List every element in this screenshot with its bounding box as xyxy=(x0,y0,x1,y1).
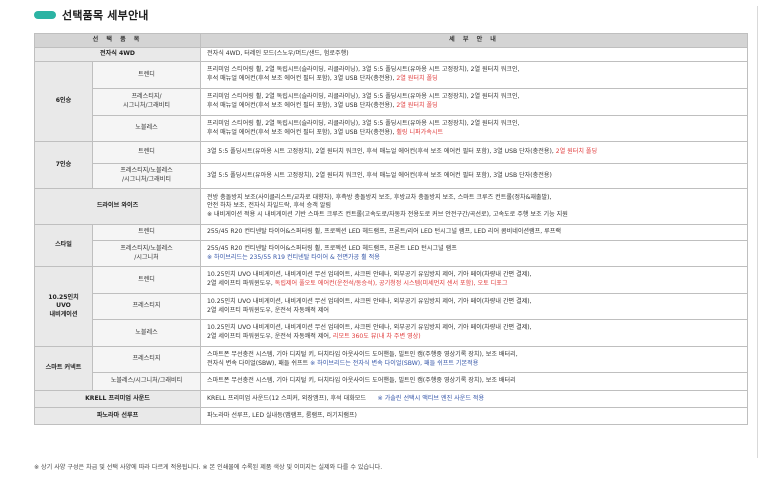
table-row: 7인승 트렌디 3열 5:5 폴딩시트(유아용 시트 고정장치), 2열 원터치… xyxy=(34,141,749,189)
table-row: 10.25인치 UVO 내비게이션 트렌디 10.25인치 UVO 내비게이션, 내… xyxy=(34,266,749,347)
trim-label: 트렌디 xyxy=(91,224,202,241)
options-table: 선 택 품 목 세 부 안 내 전자식 4WD 전자식 4WD, 터레인 모드(… xyxy=(33,33,749,425)
trim-label: 프레스티지 xyxy=(91,293,202,320)
row-desc: 전방 충돌방지 보조(사이클리스트/교차로 대향차), 후측방 충돌방지 보조,… xyxy=(200,188,749,225)
row-group-label: 6인승 xyxy=(34,61,93,142)
row-label: KRELL 프리미엄 사운드 xyxy=(33,390,202,408)
section-title: 선택품목 세부안내 xyxy=(34,6,149,24)
table-row: 전자식 4WD 전자식 4WD, 터레인 모드(스노우/머드/샌드, 험로주행) xyxy=(33,47,749,62)
row-group-label: 스마트 커넥트 xyxy=(34,346,93,391)
row-desc: 파노라마 선루프, LED 실내등(맵램프, 룸램프, 러기지램프) xyxy=(200,407,749,425)
table-header-row: 선 택 품 목 세 부 안 내 xyxy=(33,33,749,48)
trim-label: 트렌디 xyxy=(91,141,202,164)
trim-label: 프레스티지/노블레스/시그니처/그래비티 xyxy=(91,163,202,189)
header-detail: 세 부 안 내 xyxy=(200,33,749,48)
row-desc: 3열 5:5 폴딩시트(유아용 시트 고정장치), 2열 원터치 워크인, 후석… xyxy=(200,163,749,189)
row-label: 드라이브 와이즈 xyxy=(33,188,202,225)
title-text: 선택품목 세부안내 xyxy=(62,9,149,22)
table-row: 프레스티지/노블레스/시그니처 255/45 R20 컨티넨탈 타이어&스퍼터링… xyxy=(35,240,749,267)
row-label: 전자식 4WD xyxy=(33,47,202,62)
row-desc: 스마트폰 무선충전 시스템, 기아 디지털 키, 터치타입 아웃사이드 도어핸들… xyxy=(200,372,749,391)
table-row: 6인승 트렌디 프리미엄 스티어링 휠, 2열 독립시트(슬라이딩, 리클라이닝… xyxy=(34,61,749,142)
row-desc: 프리미엄 스티어링 휠, 2열 독립시트(슬라이딩, 리클라이닝), 3열 5:… xyxy=(200,61,749,89)
trim-label: 노블레스/시그니처/그래비티 xyxy=(91,372,202,391)
page-divider xyxy=(757,6,758,458)
trim-label: 프레스티지 xyxy=(91,346,202,373)
row-desc: 255/45 R20 컨티넨탈 타이어&스퍼터링 휠, 프로젝션 LED 헤드램… xyxy=(200,240,749,267)
row-desc: 3열 5:5 폴딩시트(유아용 시트 고정장치), 2열 원터치 워크인, 후석… xyxy=(200,141,749,164)
table-row: 프레스티지 10.25인치 UVO 내비게이션, 내비게이션 무선 업데이트, … xyxy=(35,293,749,320)
table-row: 프레스티지/시그니처/그래비티 프리미엄 스티어링 휠, 2열 독립시트(슬라이… xyxy=(35,88,749,116)
row-desc: 프리미엄 스티어링 휠, 2열 독립시트(슬라이딩, 리클라이닝), 3열 5:… xyxy=(200,88,749,116)
table-row: KRELL 프리미엄 사운드 KRELL 프리미엄 사운드(12 스피커, 외장… xyxy=(33,390,749,408)
row-desc: 255/45 R20 컨티넨탈 타이어&스퍼터링 휠, 프로젝션 LED 헤드램… xyxy=(200,224,749,241)
title-marker-icon xyxy=(34,11,56,19)
header-item: 선 택 품 목 xyxy=(33,33,202,48)
table-row: 노블레스 프리미엄 스티어링 휠, 2열 독립시트(슬라이딩, 리클라이닝), … xyxy=(35,115,749,142)
table-row: 노블레스 10.25인치 UVO 내비게이션, 내비게이션 무선 업데이트, 샤… xyxy=(35,319,749,347)
trim-label: 프레스티지/노블레스/시그니처 xyxy=(91,240,202,267)
trim-label: 노블레스 xyxy=(91,115,202,142)
trim-label: 노블레스 xyxy=(91,319,202,347)
table-row: 스마트 커넥트 프레스티지 스마트폰 무선충전 시스템, 기아 디지털 키, 터… xyxy=(34,346,749,391)
table-row: 스타일 트렌디 255/45 R20 컨티넨탈 타이어&스퍼터링 휠, 프로젝션… xyxy=(34,224,749,267)
table-row: 드라이브 와이즈 전방 충돌방지 보조(사이클리스트/교차로 대향차), 후측방… xyxy=(33,188,749,225)
table-row: 프레스티지/노블레스/시그니처/그래비티 3열 5:5 폴딩시트(유아용 시트 … xyxy=(35,163,749,189)
row-group-label: 10.25인치 UVO 내비게이션 xyxy=(34,266,93,347)
row-desc: 스마트폰 무선충전 시스템, 기아 디지털 키, 터치타입 아웃사이드 도어핸들… xyxy=(200,346,749,373)
row-group-label: 7인승 xyxy=(34,141,93,189)
spec-page: 선택품목 세부안내 선 택 품 목 세 부 안 내 전자식 4WD 전자식 4W… xyxy=(0,0,782,493)
footnote: ※ 상기 사양 구성은 차급 및 선택 사양에 따라 다르게 적용됩니다. ※ … xyxy=(34,464,383,471)
row-group-label: 스타일 xyxy=(34,224,93,267)
row-desc: 10.25인치 UVO 내비게이션, 내비게이션 무선 업데이트, 샤크핀 안테… xyxy=(200,266,749,294)
row-label: 파노라마 선루프 xyxy=(33,407,202,425)
trim-label: 트렌디 xyxy=(91,266,202,294)
table-row: 노블레스/시그니처/그래비티 스마트폰 무선충전 시스템, 기아 디지털 키, … xyxy=(35,372,749,391)
trim-label: 프레스티지/시그니처/그래비티 xyxy=(91,88,202,116)
row-desc: 전자식 4WD, 터레인 모드(스노우/머드/샌드, 험로주행) xyxy=(200,47,749,62)
row-desc: 프리미엄 스티어링 휠, 2열 독립시트(슬라이딩, 리클라이닝), 3열 5:… xyxy=(200,115,749,142)
trim-label: 트렌디 xyxy=(91,61,202,89)
table-row: 파노라마 선루프 파노라마 선루프, LED 실내등(맵램프, 룸램프, 러기지… xyxy=(33,407,749,425)
row-desc: KRELL 프리미엄 사운드(12 스피커, 외장앰프), 후석 대화모드 ※ … xyxy=(200,390,749,408)
row-desc: 10.25인치 UVO 내비게이션, 내비게이션 무선 업데이트, 샤크핀 안테… xyxy=(200,319,749,347)
row-desc: 10.25인치 UVO 내비게이션, 내비게이션 무선 업데이트, 샤크핀 안테… xyxy=(200,293,749,320)
